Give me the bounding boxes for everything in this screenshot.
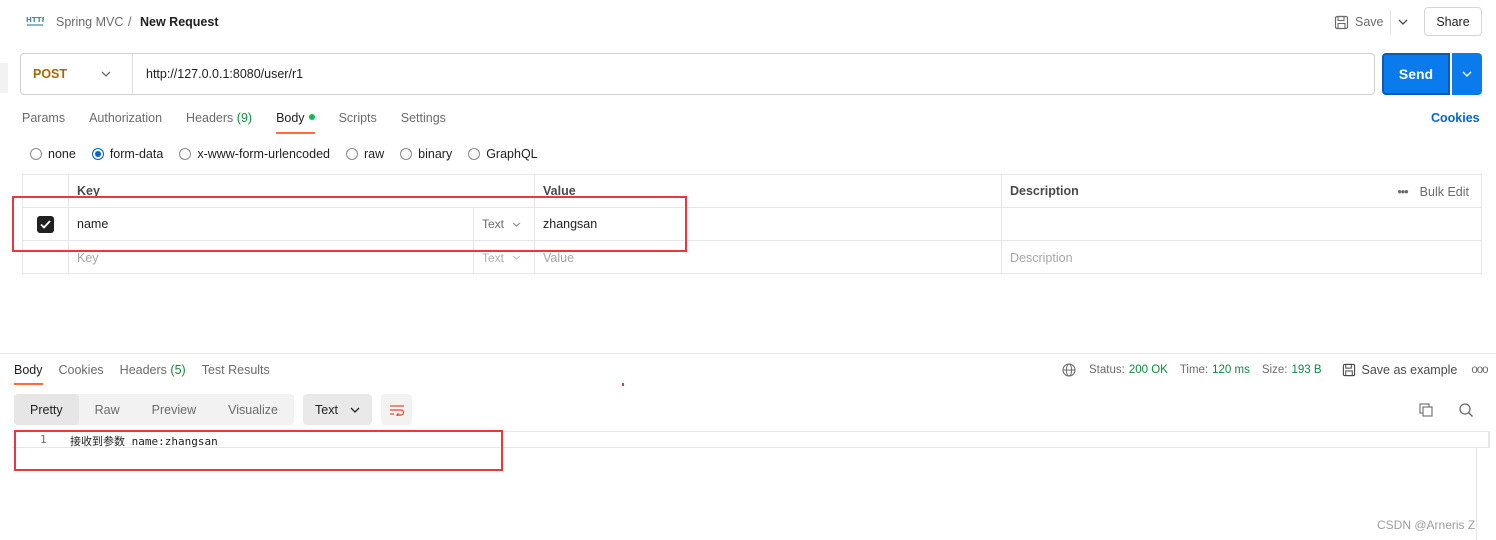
view-visualize[interactable]: Visualize: [212, 394, 294, 425]
tab-headers-label: Headers: [186, 111, 234, 125]
save-as-example-label: Save as example: [1361, 363, 1458, 377]
status-value: 200 OK: [1128, 364, 1168, 376]
save-options-button[interactable]: [1390, 10, 1414, 34]
response-tabs: Body Cookies Headers (5) Test Results: [14, 363, 286, 385]
response-headers-count: (5): [170, 363, 186, 377]
view-pretty[interactable]: Pretty: [14, 394, 79, 425]
save-as-example-button[interactable]: Save as example: [1342, 363, 1458, 377]
cookies-link[interactable]: Cookies: [1431, 111, 1480, 125]
code-scrollbar-marker: [1488, 431, 1490, 448]
sidebar-edge: [0, 63, 8, 93]
response-format-select[interactable]: Text: [303, 394, 372, 425]
body-indicator-dot: [308, 114, 315, 120]
tab-scripts[interactable]: Scripts: [339, 111, 377, 134]
chevron-down-icon: [350, 407, 360, 413]
more-options-icon[interactable]: ooo: [1471, 364, 1488, 376]
time-value: 120 ms: [1212, 364, 1250, 376]
http-icon: HTTP: [26, 16, 44, 26]
annotation-mark: [622, 383, 624, 386]
tab-settings[interactable]: Settings: [401, 111, 446, 134]
response-view-switcher: Pretty Raw Preview Visualize: [14, 394, 294, 425]
view-preview[interactable]: Preview: [136, 394, 212, 425]
body-type-radios: none form-data x-www-form-urlencoded raw…: [30, 147, 554, 161]
radio-circle: [30, 148, 42, 160]
svg-text:HTTP: HTTP: [26, 16, 44, 24]
globe-icon[interactable]: [1062, 363, 1076, 377]
size-label: Size:: [1261, 364, 1288, 376]
code-scrollbar-track[interactable]: [1476, 447, 1477, 540]
radio-binary-label: binary: [418, 147, 453, 161]
tab-headers[interactable]: Headers (9): [186, 111, 252, 134]
radio-graphql-label: GraphQL: [486, 147, 538, 161]
response-tab-tests[interactable]: Test Results: [202, 363, 270, 385]
url-bar: POST http://127.0.0.1:8080/user/r1: [20, 53, 1375, 95]
radio-circle: [179, 148, 192, 160]
request-title[interactable]: New Request: [140, 15, 219, 29]
tab-params[interactable]: Params: [22, 111, 65, 134]
radio-urlencoded-label: x-www-form-urlencoded: [197, 147, 330, 161]
radio-none[interactable]: none: [30, 147, 76, 161]
bulk-edit-button[interactable]: Bulk Edit: [1420, 185, 1469, 199]
tab-authorization[interactable]: Authorization: [89, 111, 162, 134]
request-tabs: Params Authorization Headers (9) Body Sc…: [22, 111, 470, 134]
type-select-placeholder-label: Text: [482, 250, 505, 265]
radio-circle: [91, 148, 104, 160]
chevron-down-icon: [512, 255, 521, 260]
radio-circle: [468, 148, 481, 160]
response-tab-headers[interactable]: Headers (5): [120, 363, 186, 385]
radio-circle: [400, 148, 413, 160]
share-button[interactable]: Share: [1424, 7, 1482, 36]
highlight-box-response: [14, 430, 503, 471]
tab-body-label: Body: [276, 111, 305, 125]
save-button[interactable]: Save: [1334, 10, 1384, 34]
radio-form-data-label: form-data: [109, 147, 164, 161]
breadcrumb-collection[interactable]: Spring MVC: [56, 15, 123, 29]
chevron-down-icon: [1398, 19, 1407, 25]
radio-none-label: none: [48, 147, 76, 161]
highlight-box-request-row: [12, 196, 687, 252]
search-icon[interactable]: [1458, 402, 1474, 418]
radio-raw-label: raw: [364, 147, 385, 161]
save-label: Save: [1355, 15, 1384, 29]
status-label: Status:: [1089, 364, 1125, 376]
save-icon: [1342, 363, 1355, 377]
size-value: 193 B: [1291, 364, 1322, 376]
watermark: CSDN @Arneris Z: [1377, 518, 1476, 532]
breadcrumb-separator: /: [128, 15, 132, 29]
headers-count: (9): [236, 111, 253, 125]
wrap-lines-button[interactable]: [381, 394, 412, 425]
bulk-edit-area: ••• Bulk Edit: [1398, 175, 1469, 208]
method-label: POST: [33, 67, 68, 81]
radio-circle: [346, 148, 358, 160]
tab-body[interactable]: Body: [276, 111, 315, 134]
copy-icon[interactable]: [1418, 402, 1434, 418]
response-format-label: Text: [315, 402, 338, 417]
response-tab-cookies[interactable]: Cookies: [59, 363, 104, 385]
radio-raw[interactable]: raw: [346, 147, 384, 161]
radio-urlencoded[interactable]: x-www-form-urlencoded: [179, 147, 330, 161]
response-status-bar: Status: 200 OK Time: 120 ms Size: 193 B …: [1062, 363, 1489, 377]
more-options-icon[interactable]: •••: [1398, 185, 1409, 199]
method-select[interactable]: POST: [21, 54, 133, 94]
response-tab-body[interactable]: Body: [14, 363, 43, 385]
response-divider: [0, 353, 1496, 354]
chevron-down-icon: [1462, 71, 1472, 77]
chevron-down-icon: [101, 71, 111, 77]
time-label: Time:: [1179, 364, 1209, 376]
response-tab-headers-label: Headers: [119, 363, 167, 377]
url-input[interactable]: http://127.0.0.1:8080/user/r1: [133, 67, 303, 81]
radio-graphql[interactable]: GraphQL: [468, 147, 538, 161]
view-raw[interactable]: Raw: [79, 394, 136, 425]
description-placeholder[interactable]: Description: [1001, 241, 1483, 274]
radio-binary[interactable]: binary: [400, 147, 452, 161]
description-cell[interactable]: [1001, 208, 1483, 240]
radio-form-data[interactable]: form-data: [91, 147, 164, 161]
send-button[interactable]: Send: [1382, 53, 1450, 95]
send-options-button[interactable]: [1452, 53, 1482, 95]
save-icon: [1334, 15, 1349, 29]
wrap-lines-icon: [389, 404, 404, 416]
